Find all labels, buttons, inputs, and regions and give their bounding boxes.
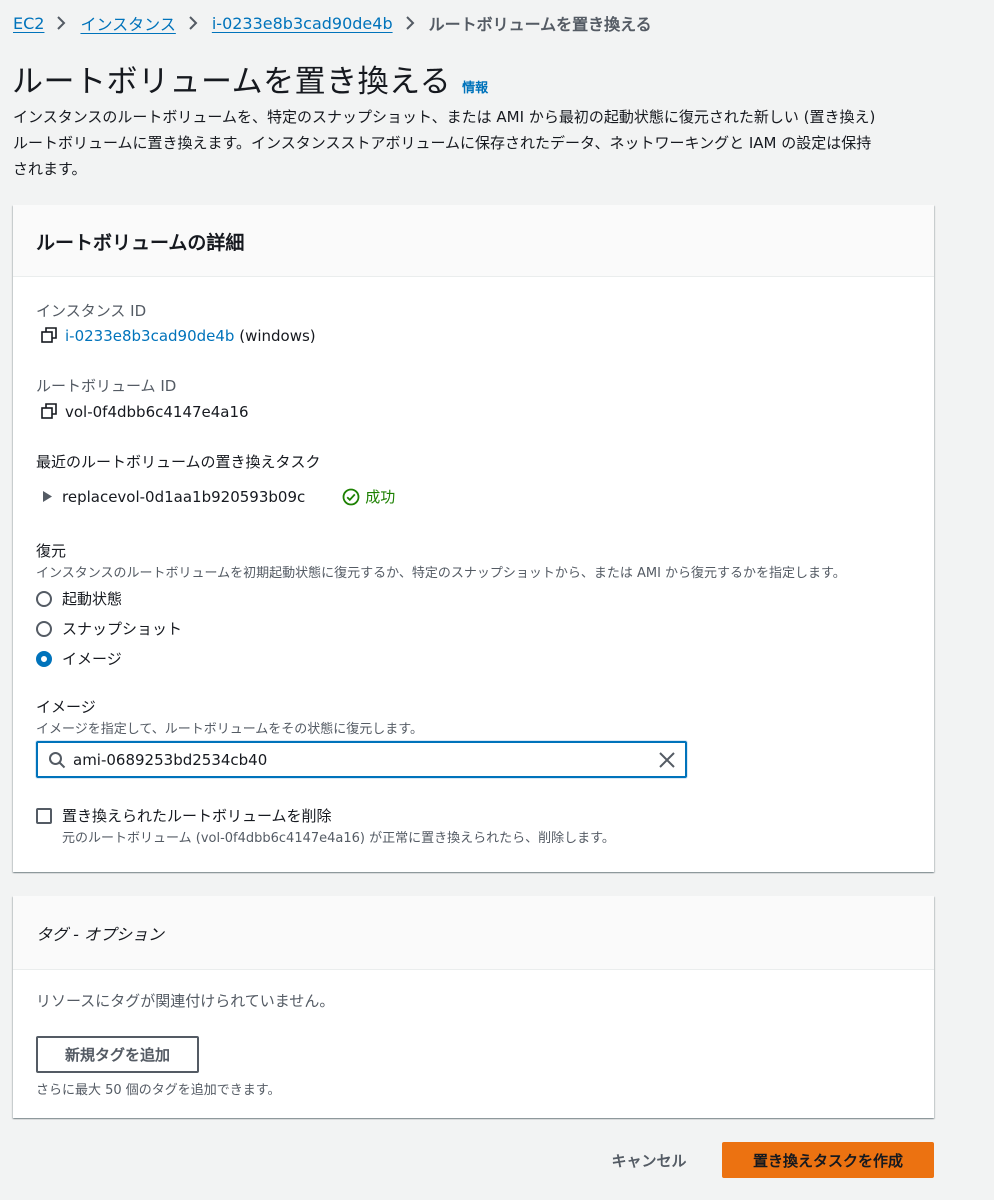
tag-limit-text: さらに最大 50 個のタグを追加できます。 <box>36 1083 281 1098</box>
breadcrumb-current: ルートボリュームを置き換える <box>428 15 652 34</box>
recent-task-id[interactable]: replacevol-0d1aa1b920593b09c <box>62 488 305 506</box>
search-icon <box>48 751 66 769</box>
status-text: 成功 <box>365 488 396 506</box>
chevron-right-icon <box>56 12 70 34</box>
radio-label: スナップショット <box>62 620 183 638</box>
chevron-right-icon <box>188 12 202 34</box>
instance-id-label: インスタンス ID <box>36 302 147 320</box>
cancel-button[interactable]: キャンセル <box>590 1143 708 1177</box>
instance-id-row: i-0233e8b3cad90de4b (windows) <box>41 327 316 345</box>
image-search-input[interactable] <box>73 749 643 771</box>
breadcrumb-ec2[interactable]: EC2 <box>13 14 44 33</box>
instance-name: (windows) <box>239 327 316 345</box>
radio-label: イメージ <box>62 650 122 668</box>
panel-title: タグ - オプション <box>36 925 164 944</box>
radio-label: 起動状態 <box>62 590 123 608</box>
chevron-right-icon <box>405 12 419 34</box>
restore-description: インスタンスのルートボリュームを初期起動状態に復元するか、特定のスナップショット… <box>36 566 846 581</box>
copy-icon[interactable] <box>41 403 57 419</box>
root-volume-id-row: vol-0f4dbb6c4147e4a16 <box>41 403 249 421</box>
delete-volume-description: 元のルートボリューム (vol-0f4dbb6c4147e4a16) が正常に置… <box>62 831 615 846</box>
recent-tasks-label: 最近のルートボリュームの置き換えタスク <box>36 453 321 471</box>
instance-id-link[interactable]: i-0233e8b3cad90de4b <box>65 327 234 345</box>
close-icon[interactable] <box>658 751 676 769</box>
panel-title: ルートボリュームの詳細 <box>36 232 245 254</box>
image-description: イメージを指定して、ルートボリュームをその状態に復元します。 <box>36 722 424 737</box>
breadcrumb: EC2 インスタンス i-0233e8b3cad90de4b ルートボリュームを… <box>13 11 652 35</box>
page-description-line: ルートボリュームに置き換えます。インスタンスストアボリュームに保存されたデータ、… <box>13 134 872 152</box>
copy-icon[interactable] <box>41 327 57 343</box>
delete-volume-checkbox-row[interactable]: 置き換えられたルートボリュームを削除 <box>36 805 332 826</box>
page-title-row: ルートボリュームを置き換える 情報 <box>12 56 488 101</box>
delete-volume-label: 置き換えられたルートボリュームを削除 <box>62 807 332 825</box>
add-tag-button[interactable]: 新規タグを追加 <box>36 1036 199 1073</box>
radio-button-selected[interactable] <box>36 650 52 667</box>
recent-task-row: replacevol-0d1aa1b920593b09c 成功 <box>43 486 395 507</box>
caret-right-icon[interactable] <box>43 488 53 506</box>
status-positive-icon <box>342 488 360 506</box>
panel-header: タグ - オプション <box>13 896 934 970</box>
panel-header: ルートボリュームの詳細 <box>13 205 934 277</box>
radio-button[interactable] <box>36 590 52 607</box>
tags-panel: タグ - オプション リソースにタグが関連付けられていません。 新規タグを追加 … <box>13 896 934 1118</box>
create-replace-task-button[interactable]: 置き換えタスクを作成 <box>722 1142 934 1178</box>
page-description: インスタンスのルートボリュームを、特定のスナップショット、または AMI から最… <box>13 104 943 182</box>
radio-snapshot[interactable]: スナップショット <box>36 618 182 639</box>
radio-image[interactable]: イメージ <box>36 648 122 669</box>
radio-launch-state[interactable]: 起動状態 <box>36 588 122 609</box>
page-description-line: インスタンスのルートボリュームを、特定のスナップショット、または AMI から最… <box>13 108 876 126</box>
root-volume-id-label: ルートボリューム ID <box>36 377 177 395</box>
image-search-field[interactable] <box>36 741 687 778</box>
checkbox[interactable] <box>36 807 52 824</box>
page-description-line: されます。 <box>13 160 87 178</box>
restore-label: 復元 <box>36 542 67 560</box>
breadcrumb-instances[interactable]: インスタンス <box>80 11 175 35</box>
no-tags-text: リソースにタグが関連付けられていません。 <box>36 992 335 1010</box>
breadcrumb-instance-id[interactable]: i-0233e8b3cad90de4b <box>212 14 393 33</box>
page-title: ルートボリュームを置き換える <box>12 64 452 100</box>
image-label: イメージ <box>36 698 96 716</box>
status-badge: 成功 <box>342 486 395 507</box>
radio-button[interactable] <box>36 620 52 637</box>
root-volume-details-panel: ルートボリュームの詳細 インスタンス ID i-0233e8b3cad90de4… <box>13 205 934 872</box>
root-volume-id-value: vol-0f4dbb6c4147e4a16 <box>65 403 249 421</box>
info-link[interactable]: 情報 <box>462 77 488 96</box>
